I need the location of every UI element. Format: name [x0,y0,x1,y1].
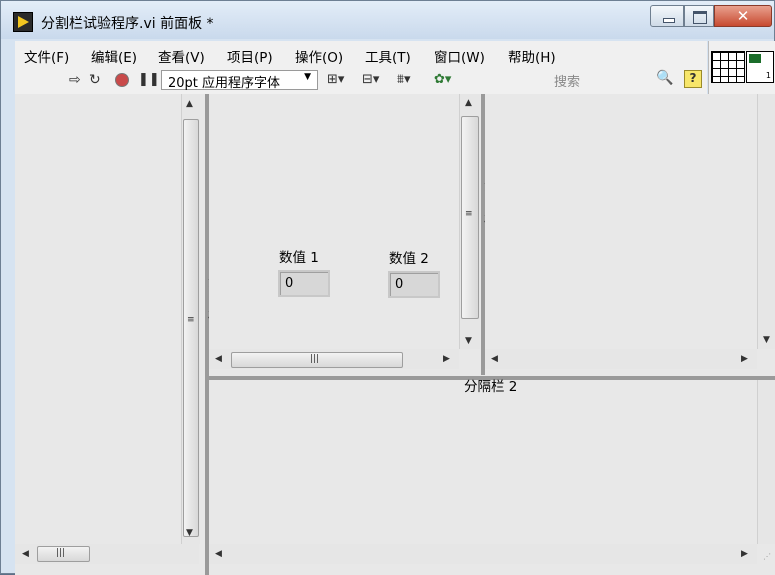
left-pane [15,94,195,575]
help-icon[interactable]: ? [684,70,702,88]
numeric-1-value: 0 [285,276,294,291]
scroll-down-icon[interactable]: ▼ [186,528,193,538]
scroll-down-icon[interactable]: ▼ [465,336,472,346]
menu-edit[interactable]: 编辑(E) [91,46,137,66]
minimize-button[interactable] [650,5,684,27]
grip-icon: ≡ [465,209,473,219]
left-pane-hscrollbar[interactable]: ◀ ||| [15,544,199,564]
menu-tools[interactable]: 工具(T) [365,46,411,66]
middle-pane-hscrollbar[interactable]: ◀ ||| ▶ [209,349,459,369]
grip-icon: ≡ [187,315,195,325]
font-selector-value: 20pt 应用程序字体 [168,76,281,91]
scroll-right-icon[interactable]: ▶ [443,354,450,364]
window-title: 分割栏试验程序.vi 前面板 * [41,16,214,32]
numeric-2-label: 数值 2 [389,251,429,267]
distribute-objects-icon[interactable]: ⊟▾ [362,72,379,87]
top-middle-pane [209,94,459,377]
bottom-pane-hscrollbar[interactable]: ◀ ▶ [209,544,757,564]
scroll-left-icon[interactable]: ◀ [215,549,222,559]
labview-window: 分割栏试验程序.vi 前面板 * ✕ 文件(F) 编辑(E) 查看(V) 项目(… [0,0,775,575]
magnifier-icon[interactable]: 🔍 [656,70,673,86]
menu-view[interactable]: 查看(V) [158,46,205,66]
front-panel: ▲ ≡ ▼ ◀ ||| 分 隔 栏 数值 1 0 数值 2 0 [15,94,775,575]
run-continuously-icon[interactable]: ↻ [89,72,101,88]
left-pane-vscrollbar[interactable]: ▲ ≡ ▼ [181,94,200,544]
left-pane-hscroll-thumb[interactable]: ||| [37,546,90,562]
numeric-1-label: 数值 1 [279,250,319,266]
vi-icon-text: 1 [765,71,771,80]
toolbar: ⇨ ↻ ❚❚ 20pt 应用程序字体 ▼ ⊞▾ ⊟▾ ⩩▾ ✿▾ 搜索 🔍 ? [15,67,707,95]
reorder-icon[interactable]: ✿▾ [434,72,451,87]
numeric-1-indicator[interactable]: 0 [278,270,330,297]
search-input[interactable]: 搜索 [554,71,580,90]
scroll-down-icon[interactable]: ▼ [763,335,770,345]
scroll-right-icon[interactable]: ▶ [741,354,748,364]
middle-pane-vscroll-thumb[interactable]: ≡ [461,116,479,319]
scroll-left-icon[interactable]: ◀ [491,354,498,364]
abort-icon[interactable] [115,73,129,87]
minimize-icon [663,18,675,23]
chevron-down-icon: ▼ [304,72,311,82]
vi-icon[interactable]: 1 [746,51,774,83]
scroll-left-icon[interactable]: ◀ [215,354,222,364]
connector-pane-area: 1 [708,41,775,94]
bottom-pane [209,394,775,544]
scroll-up-icon[interactable]: ▲ [186,99,193,109]
title-bar[interactable]: 分割栏试验程序.vi 前面板 * ✕ [1,1,774,39]
top-right-pane [485,94,775,375]
scroll-up-icon[interactable]: ▲ [465,98,472,108]
run-arrow-icon[interactable]: ⇨ [69,72,81,88]
right-pane-hscrollbar[interactable]: ◀ ▶ [485,349,757,369]
align-objects-icon[interactable]: ⊞▾ [327,72,344,87]
grip-icon: ||| [56,548,66,558]
connector-pane-icon[interactable] [711,51,745,83]
menu-window[interactable]: 窗口(W) [434,46,485,66]
middle-pane-vscrollbar[interactable]: ▲ ≡ ▼ [459,94,480,349]
pause-icon[interactable]: ❚❚ [138,72,160,87]
menu-operate[interactable]: 操作(O) [295,46,343,66]
close-icon: ✕ [736,7,750,25]
scroll-right-icon[interactable]: ▶ [741,549,748,559]
resize-objects-icon[interactable]: ⩩▾ [397,72,410,87]
maximize-button[interactable] [684,5,714,27]
menu-bar: 文件(F) 编辑(E) 查看(V) 项目(P) 操作(O) 工具(T) 窗口(W… [15,41,707,67]
resize-grip-icon[interactable]: ⋰ [763,552,771,562]
bottom-pane-vscrollbar[interactable] [757,380,775,544]
font-selector[interactable]: 20pt 应用程序字体 ▼ [161,70,318,91]
search-box[interactable]: 搜索 🔍 [552,70,674,90]
left-pane-vscroll-thumb[interactable]: ≡ [183,119,199,537]
right-pane-vscrollbar[interactable]: ▼ [757,94,775,349]
numeric-2-value: 0 [395,277,404,292]
middle-pane-hscroll-thumb[interactable]: ||| [231,352,403,368]
menu-file[interactable]: 文件(F) [24,46,69,66]
labview-app-icon [13,12,33,32]
close-button[interactable]: ✕ [714,5,772,27]
scroll-left-icon[interactable]: ◀ [22,549,29,559]
menu-help[interactable]: 帮助(H) [508,46,556,66]
numeric-2-indicator[interactable]: 0 [388,271,440,298]
maximize-icon [693,11,707,24]
grip-icon: ||| [310,354,320,364]
menu-project[interactable]: 项目(P) [227,46,273,66]
